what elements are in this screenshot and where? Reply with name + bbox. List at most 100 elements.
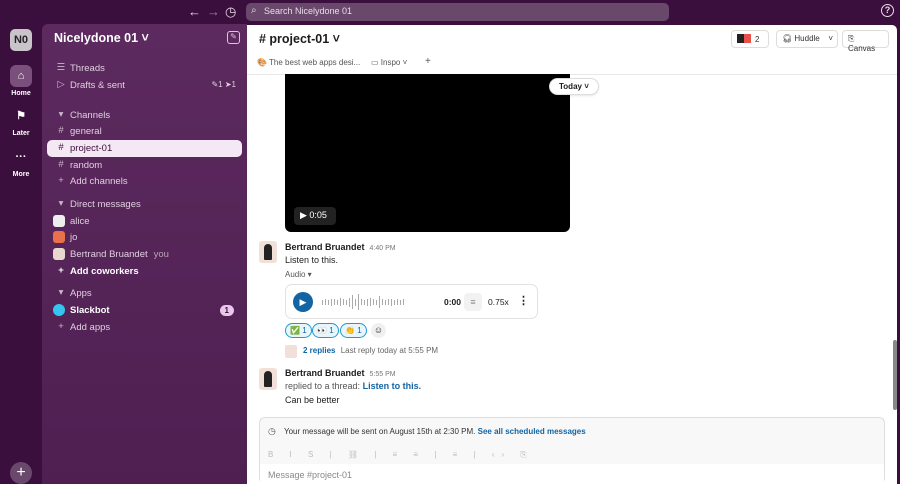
bookmark-icon: ⚑ [16,110,26,122]
add-channels[interactable]: + Add channels [47,173,242,190]
member-count: 2 [755,35,760,44]
playback-speed[interactable]: 0.75x [488,297,509,307]
audio-time: 0:00 [444,297,462,307]
waveform-bar [394,299,395,305]
scheduled-notice: Your message will be sent on August 15th… [284,427,586,436]
drafts-counts: ✎1 ➤1 [211,80,236,89]
history-button[interactable]: ◷ [225,4,236,20]
rail-label: Home [11,90,31,97]
members-button[interactable]: 2 [731,30,769,48]
hash-icon: # [58,142,64,153]
app-slackbot[interactable]: Slackbot 1 [47,302,242,319]
scheduled-messages-link[interactable]: See all scheduled messages [478,427,586,436]
timestamp[interactable]: 4:40 PM [370,245,396,252]
help-button[interactable]: ? [881,4,894,17]
chevron-down-icon[interactable]: ˅ [828,34,833,43]
sidebar: Nicelydone 01 ˅ ✎ ☰ Threads ▷ Drafts & sen… [42,24,247,484]
transcript-icon[interactable]: ≡ [464,293,482,311]
add-reaction-icon[interactable]: ☺ [371,323,386,338]
compose-icon[interactable]: ✎ [227,31,240,44]
channel-view: # project-01 ˅ 2 🎧︎ Huddle ˅ ⎘ Canvas 🎨 T… [247,25,897,484]
audio-play-button[interactable]: ▶ [293,292,313,312]
top-bar: ← → ◷ ⌕ Search Nicelydone 01 ? [0,0,900,24]
sidebar-item-general[interactable]: # general [47,123,242,140]
channels-section-toggle[interactable]: ▾ Channels [47,107,242,124]
label: Apps [70,288,92,299]
message-author[interactable]: Bertrand Bruandet 4:40 PM [285,242,396,252]
audio-waveform[interactable] [322,294,437,310]
waveform-bar [358,294,359,310]
thread-reply-context: replied to a thread: Listen to this. [285,381,421,391]
waveform-bar [337,299,338,305]
forward-button[interactable]: → [207,4,220,19]
avatar[interactable] [259,241,277,263]
search-input[interactable]: ⌕ Search Nicelydone 01 [246,3,669,21]
dm-alice[interactable]: alice [47,213,242,230]
video-play-button[interactable]: ▶ 0:05 [294,207,336,225]
channel-title[interactable]: # project-01 ˅ [259,32,340,46]
date-divider-today[interactable]: Today ˅ [549,78,599,95]
avatar[interactable] [259,368,277,390]
dm-bertrand[interactable]: Bertrand Bruandet you [47,246,242,263]
count: 1 [357,326,362,335]
formatting-toolbar[interactable]: B I S | ⛓ | ≡ ≡ | ≡ | ‹› ⎘ [268,450,534,460]
replies-link[interactable]: 2 replies [303,346,335,355]
message-author[interactable]: Bertrand Bruandet 5:55 PM [285,368,396,378]
reaction-check[interactable]: ✅ 1 [285,323,312,338]
add-button[interactable]: + [10,462,32,484]
waveform-bar [343,299,344,305]
sidebar-item-threads[interactable]: ☰ Threads [47,60,242,77]
waveform-bar [334,299,335,305]
thread-replies[interactable]: 2 replies Last reply today at 5:55 PM [303,346,438,355]
add-bookmark-button[interactable]: + [425,56,431,67]
label: Add channels [70,176,128,187]
emoji: 👀 [317,326,327,335]
label: Threads [70,63,105,74]
more-actions-icon[interactable]: ⋮ [518,294,529,307]
timestamp[interactable]: 5:55 PM [370,371,396,378]
play-icon: ▶ [300,210,310,220]
waveform-bar [385,299,386,305]
add-apps[interactable]: + Add apps [47,319,242,336]
bookmark-link[interactable]: 🎨 The best web apps desi... [257,58,360,67]
reaction-eyes[interactable]: 👀 1 [312,323,339,338]
waveform-bar [397,299,398,305]
workspace-switcher[interactable]: N0 [10,29,32,51]
label: Drafts & sent [70,80,125,91]
dm-section-toggle[interactable]: ▾ Direct messages [47,196,242,213]
last-reply: Last reply today at 5:55 PM [340,346,439,355]
scrollbar[interactable] [893,340,897,410]
caret-down-icon: ▾ [58,287,64,298]
dm-jo[interactable]: jo [47,229,242,246]
rail-later[interactable]: ⚑ Later [0,105,42,137]
rail-label: More [12,171,30,178]
author-name[interactable]: Bertrand Bruandet [285,368,365,378]
author-name[interactable]: Bertrand Bruandet [285,242,365,252]
member-avatar [737,34,744,43]
label: Canvas [848,44,876,53]
reaction-clap[interactable]: 👏 1 [340,323,367,338]
add-coworkers[interactable]: + Add coworkers [47,263,242,280]
label: replied to a thread: [285,381,361,391]
search-icon: ⌕ [251,5,257,16]
message-input[interactable]: Message #project-01 [260,464,884,484]
canvas-button[interactable]: ⎘ Canvas [842,30,889,53]
workspace-name[interactable]: Nicelydone 01 ˅ [54,31,149,45]
attachment-label[interactable]: Audio ▾ [285,270,312,279]
rail-more[interactable]: ··· More [0,146,42,178]
sidebar-item-random[interactable]: # random [47,157,242,174]
bookmark-folder-inspo[interactable]: ▭ Inspo ˅ [371,58,407,67]
apps-section-toggle[interactable]: ▾ Apps [47,285,242,302]
thread-link[interactable]: Listen to this. [363,381,422,391]
waveform-bar [388,299,389,305]
canvas-icon: ⎘ [848,34,855,43]
huddle-button[interactable]: 🎧︎ Huddle ˅ [776,30,838,48]
sidebar-item-project-01[interactable]: # project-01 [47,140,242,157]
rail-home[interactable]: ⌂ Home [0,65,42,97]
back-button[interactable]: ← [188,4,201,19]
video-player[interactable]: ▶ 0:05 [285,74,570,232]
waveform-bar [382,299,383,305]
home-icon: ⌂ [10,65,32,87]
sidebar-item-drafts[interactable]: ▷ Drafts & sent ✎1 ➤1 [47,77,242,94]
waveform-bar [340,298,341,306]
